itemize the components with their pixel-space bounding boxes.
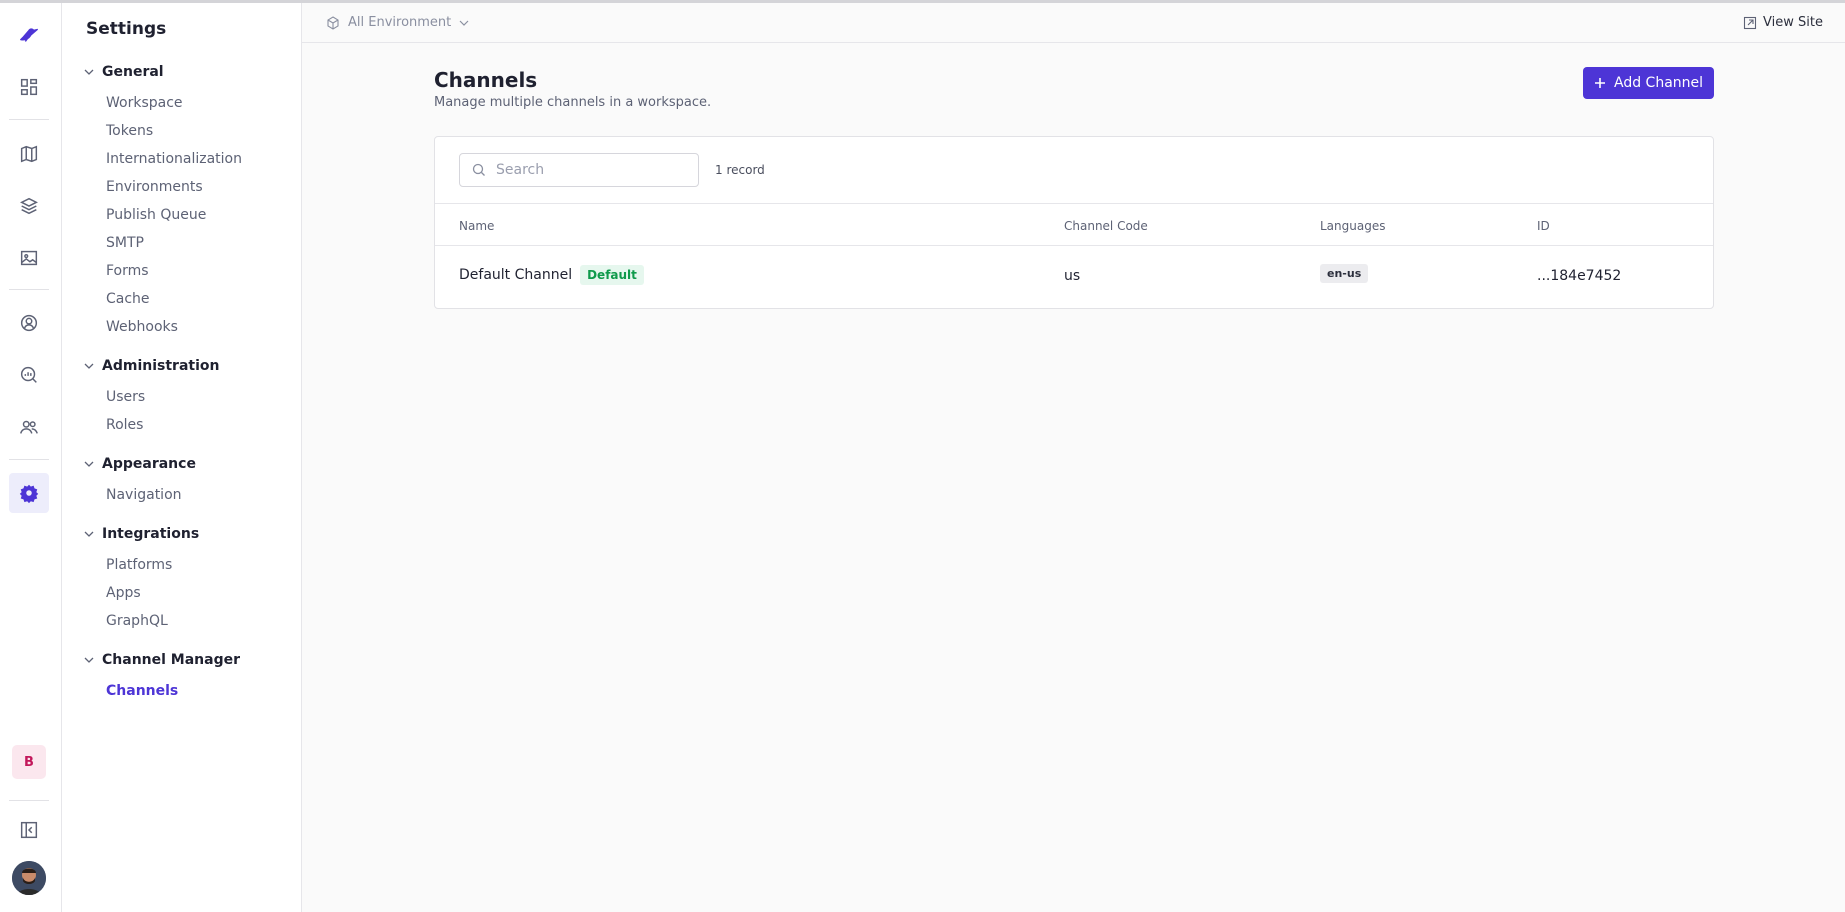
group-label: Administration xyxy=(102,358,220,374)
chevron-down-icon xyxy=(84,363,94,369)
rail-divider xyxy=(9,119,49,120)
search-icon xyxy=(472,163,485,176)
sidebar-item-users[interactable]: Users xyxy=(106,389,145,405)
workspace-badge[interactable]: B xyxy=(12,745,46,779)
assets-icon[interactable] xyxy=(9,238,49,278)
channel-code: us xyxy=(1064,268,1081,284)
sidebar-item-forms[interactable]: Forms xyxy=(106,263,149,279)
group-label: Integrations xyxy=(102,526,200,542)
group-appearance[interactable]: Appearance xyxy=(84,456,196,472)
avatar[interactable] xyxy=(12,861,46,895)
search-box[interactable] xyxy=(459,153,699,187)
sidebar-item-workspace[interactable]: Workspace xyxy=(106,95,183,111)
settings-sidebar: Settings General Workspace Tokens Intern… xyxy=(62,3,302,912)
analytics-icon[interactable] xyxy=(9,355,49,395)
column-name[interactable]: Name xyxy=(459,219,494,233)
sidebar-item-webhooks[interactable]: Webhooks xyxy=(106,319,178,335)
group-general[interactable]: General xyxy=(84,64,164,80)
sidebar-item-navigation[interactable]: Navigation xyxy=(106,487,182,503)
dashboard-icon[interactable] xyxy=(9,67,49,107)
column-id[interactable]: ID xyxy=(1537,219,1550,233)
group-label: General xyxy=(102,64,164,80)
sidebar-item-environments[interactable]: Environments xyxy=(106,179,203,195)
add-channel-label: Add Channel xyxy=(1613,75,1704,91)
chevron-down-icon xyxy=(84,657,94,663)
external-link-icon xyxy=(1743,16,1757,29)
chevron-down-icon xyxy=(84,69,94,75)
column-channel-code[interactable]: Channel Code xyxy=(1064,219,1148,233)
sidebar-item-smtp[interactable]: SMTP xyxy=(106,235,144,251)
view-site-link[interactable]: View Site xyxy=(1743,15,1823,30)
sidebar-item-graphql[interactable]: GraphQL xyxy=(106,613,168,629)
chevron-down-icon xyxy=(459,20,469,26)
sidebar-item-apps[interactable]: Apps xyxy=(106,585,141,601)
sidebar-item-roles[interactable]: Roles xyxy=(106,417,143,433)
personalize-icon[interactable] xyxy=(9,303,49,343)
sidebar-title: Settings xyxy=(86,19,167,39)
page-subtitle: Manage multiple channels in a workspace. xyxy=(434,95,712,110)
entries-icon[interactable] xyxy=(9,186,49,226)
rail-divider xyxy=(9,800,49,801)
sidebar-item-cache[interactable]: Cache xyxy=(106,291,150,307)
environment-selector[interactable]: All Environment xyxy=(326,15,469,30)
top-bar: All Environment View Site xyxy=(302,3,1845,43)
chevron-down-icon xyxy=(84,531,94,537)
group-integrations[interactable]: Integrations xyxy=(84,526,199,542)
sidebar-item-channels[interactable]: Channels xyxy=(106,683,178,699)
language-badge: en-us xyxy=(1320,264,1369,283)
table-row[interactable]: Default Channel Default us en-us ...184e7… xyxy=(435,246,1713,308)
channel-id[interactable]: ...184e7452 xyxy=(1537,268,1621,284)
plus-icon xyxy=(1594,78,1605,88)
channels-table-card: 1 record Name Channel Code Languages ID … xyxy=(434,136,1714,309)
channel-name-cell[interactable]: Default Channel Default xyxy=(459,265,644,285)
group-administration[interactable]: Administration xyxy=(84,358,219,374)
group-channel-manager[interactable]: Channel Manager xyxy=(84,652,240,668)
rail-divider xyxy=(9,289,49,290)
rail-divider xyxy=(9,459,49,460)
teams-icon[interactable] xyxy=(9,407,49,447)
column-languages[interactable]: Languages xyxy=(1320,219,1385,233)
sidebar-item-internationalization[interactable]: Internationalization xyxy=(106,151,242,167)
sidebar-item-platforms[interactable]: Platforms xyxy=(106,557,172,573)
settings-icon[interactable] xyxy=(9,473,49,513)
content-models-icon[interactable] xyxy=(9,134,49,174)
environment-label: All Environment xyxy=(348,15,452,30)
view-site-label: View Site xyxy=(1763,15,1823,30)
chevron-down-icon xyxy=(84,461,94,467)
sidebar-item-tokens[interactable]: Tokens xyxy=(106,123,153,139)
search-input[interactable] xyxy=(496,162,676,178)
record-count: 1 record xyxy=(715,163,765,177)
channel-name[interactable]: Default Channel xyxy=(459,267,572,283)
default-badge: Default xyxy=(580,265,644,285)
sidebar-item-publish-queue[interactable]: Publish Queue xyxy=(106,207,206,223)
add-channel-button[interactable]: Add Channel xyxy=(1583,67,1714,99)
collapse-sidebar-icon[interactable] xyxy=(9,810,49,850)
group-label: Channel Manager xyxy=(102,652,241,668)
table-header: Name Channel Code Languages ID xyxy=(435,203,1713,246)
cube-icon xyxy=(327,15,339,30)
icon-rail: B xyxy=(0,3,62,912)
logo-icon[interactable] xyxy=(9,15,49,55)
group-label: Appearance xyxy=(102,456,196,472)
page-title: Channels xyxy=(434,68,538,92)
